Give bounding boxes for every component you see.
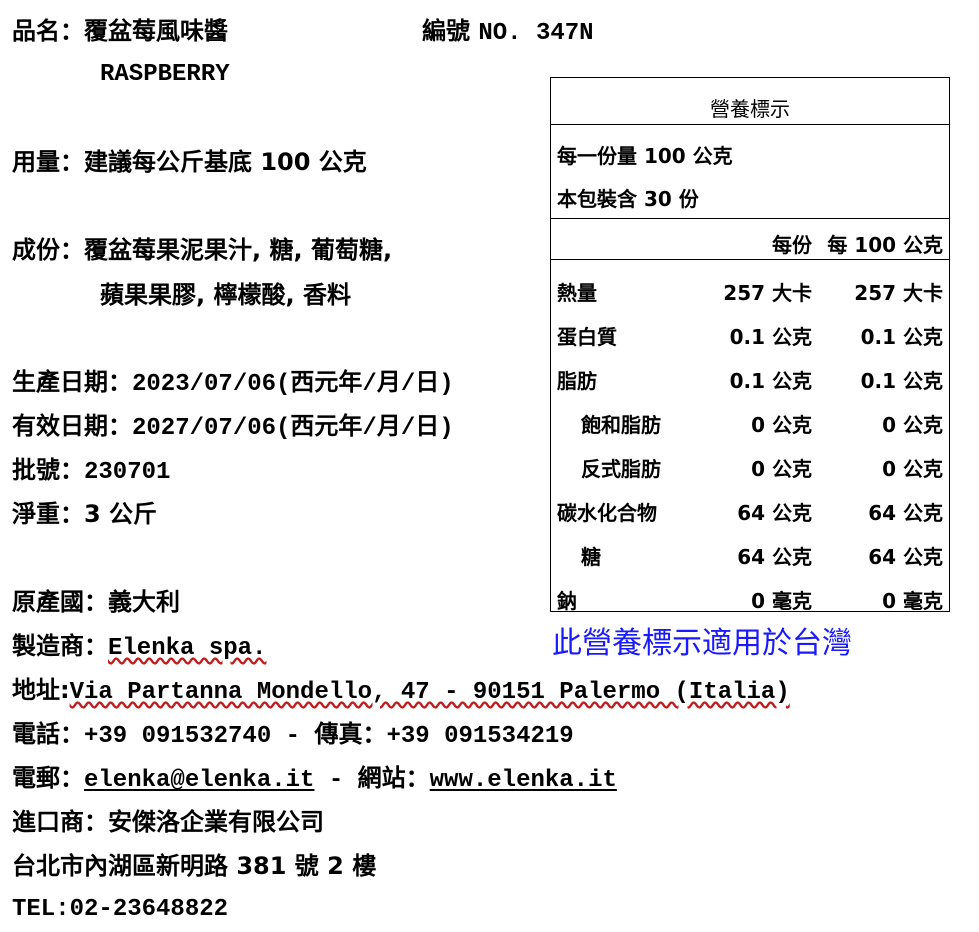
- product-code-line: 編號 NO. 347N: [422, 16, 594, 49]
- importer-label: 進口商：: [12, 808, 108, 836]
- batch-line: 批號：230701: [12, 455, 170, 488]
- maker-label: 製造商：: [12, 632, 108, 660]
- importer-address: 台北市內湖區新明路 381 號 2 樓: [12, 852, 377, 880]
- email-separator: -: [314, 767, 358, 794]
- nutrient-per-serving: 0 公克: [751, 413, 812, 437]
- exp-date-line: 有效日期：2027/07/06(西元年/月/日): [12, 411, 454, 444]
- weight-line: 淨重：3 公斤: [12, 499, 157, 529]
- serving-size: 每一份量 100 公克: [557, 144, 733, 168]
- batch-number: 230701: [84, 459, 171, 486]
- website-label: 網站：: [357, 764, 430, 792]
- nutrient-name: 碳水化合物: [557, 501, 657, 525]
- email-label: 電郵：: [12, 764, 84, 792]
- fax-number: +39 091534219: [386, 723, 574, 750]
- ingredients-label: 成份：: [12, 236, 84, 264]
- servings-per-pack: 本包裝含 30 份: [557, 187, 699, 211]
- nutrient-name: 蛋白質: [557, 325, 617, 349]
- nutrient-per-100g: 0.1 公克: [860, 325, 943, 349]
- nutrient-per-serving: 0.1 公克: [729, 325, 812, 349]
- importer-name: 安傑洛企業有限公司: [108, 808, 324, 836]
- divider: [551, 124, 949, 125]
- col-per-100g: 每 100 公克: [827, 233, 943, 257]
- nutrient-name: 飽和脂肪: [581, 413, 661, 437]
- product-name-line: 品名：覆盆莓風味醬: [12, 16, 228, 46]
- usage-value: 建議每公斤基底 100 公克: [84, 148, 367, 176]
- nutrient-name: 熱量: [557, 281, 597, 305]
- nutrition-table: 營養標示 每一份量 100 公克 本包裝含 30 份 每份 每 100 公克 熱…: [550, 77, 950, 613]
- email-line: 電郵：elenka@elenka.it - 網站：www.elenka.it: [12, 763, 617, 796]
- nutrient-name: 糖: [581, 545, 601, 569]
- col-per-serving: 每份: [772, 233, 812, 257]
- importer-line: 進口商：安傑洛企業有限公司: [12, 807, 324, 837]
- net-weight: 3 公斤: [84, 500, 158, 528]
- ingredients-line1: 覆盆莓果泥果汁, 糖, 葡萄糖,: [84, 236, 393, 264]
- divider: [551, 218, 949, 219]
- origin-label: 原產國：: [12, 588, 108, 616]
- phone-separator: -: [271, 723, 315, 750]
- phone-number: +39 091532740: [84, 723, 272, 750]
- nutrient-per-serving: 0.1 公克: [729, 369, 812, 393]
- product-name-en: RASPBERRY: [100, 61, 230, 88]
- nutrient-name: 反式脂肪: [581, 457, 661, 481]
- importer-tel: TEL:02-23648822: [12, 896, 229, 923]
- website-link[interactable]: www.elenka.it: [430, 767, 617, 794]
- taiwan-applicability-note: 此營養標示適用於台灣: [552, 626, 852, 661]
- nutrient-per-serving: 64 公克: [737, 545, 812, 569]
- nutrient-per-100g: 0.1 公克: [860, 369, 943, 393]
- nutrient-per-100g: 64 公克: [868, 545, 943, 569]
- batch-label: 批號：: [12, 456, 84, 484]
- nutrient-name: 脂肪: [557, 369, 597, 393]
- nutrient-per-serving: 0 毫克: [751, 589, 812, 613]
- nutrient-per-100g: 257 大卡: [854, 281, 943, 305]
- maker-line: 製造商：Elenka spa.: [12, 631, 266, 664]
- nutrient-per-100g: 0 公克: [882, 457, 943, 481]
- maker-name: Elenka spa.: [108, 635, 267, 662]
- product-name-label: 品名：: [12, 17, 84, 45]
- nutrient-per-100g: 64 公克: [868, 501, 943, 525]
- maker-address: Via Partanna Mondello, 47 - 90151 Palerm…: [69, 679, 790, 706]
- nutrient-name: 鈉: [557, 589, 577, 613]
- nutrient-per-serving: 257 大卡: [723, 281, 812, 305]
- origin-line: 原產國：義大利: [12, 587, 180, 617]
- usage-label: 用量：: [12, 148, 84, 176]
- product-code: NO. 347N: [478, 20, 594, 47]
- mfg-date-line: 生產日期：2023/07/06(西元年/月/日): [12, 367, 454, 400]
- mfg-date: 2023/07/06(西元年/月/日): [132, 371, 454, 398]
- origin-country: 義大利: [108, 588, 180, 616]
- nutrient-per-serving: 64 公克: [737, 501, 812, 525]
- address-line: 地址:Via Partanna Mondello, 47 - 90151 Pal…: [12, 675, 790, 708]
- nutrient-per-serving: 0 公克: [751, 457, 812, 481]
- product-name: 覆盆莓風味醬: [84, 17, 228, 45]
- nutrition-title: 營養標示: [710, 97, 790, 121]
- divider: [551, 259, 949, 260]
- mfg-date-label: 生產日期：: [12, 368, 132, 396]
- nutrient-per-100g: 0 公克: [882, 413, 943, 437]
- ingredients-line: 成份：覆盆莓果泥果汁, 糖, 葡萄糖,: [12, 235, 392, 265]
- usage-line: 用量：建議每公斤基底 100 公克: [12, 147, 367, 177]
- exp-date: 2027/07/06(西元年/月/日): [132, 415, 454, 442]
- phone-label: 電話：: [12, 720, 84, 748]
- exp-date-label: 有效日期：: [12, 412, 132, 440]
- fax-label: 傳真：: [314, 720, 387, 748]
- email-link[interactable]: elenka@elenka.it: [84, 767, 314, 794]
- product-code-label: 編號: [422, 17, 470, 45]
- address-label: 地址:: [12, 676, 70, 704]
- nutrient-per-100g: 0 毫克: [882, 589, 943, 613]
- weight-label: 淨重：: [12, 500, 84, 528]
- ingredients-line2: 蘋果果膠, 檸檬酸, 香料: [100, 281, 351, 309]
- phone-line: 電話：+39 091532740 - 傳真：+39 091534219: [12, 719, 574, 752]
